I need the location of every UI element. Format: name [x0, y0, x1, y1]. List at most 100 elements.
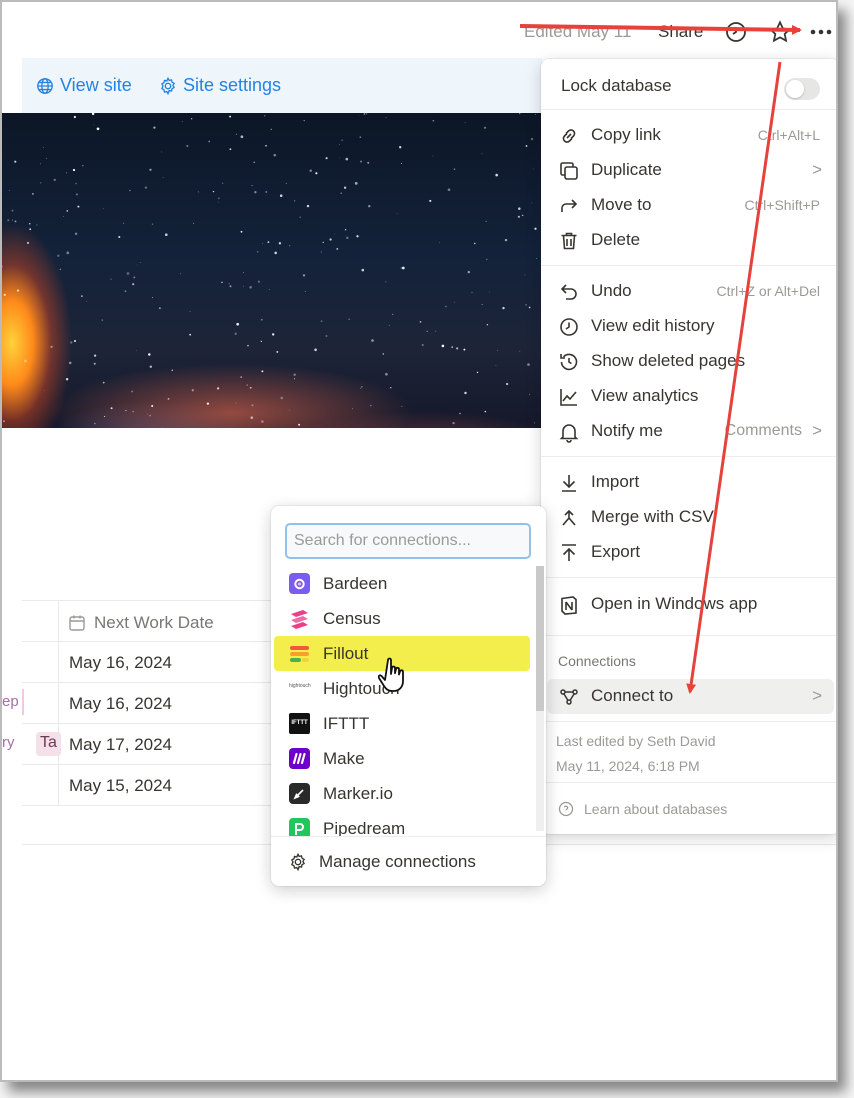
last-edited-by: Last edited by Seth David: [556, 733, 716, 749]
lock-database-item[interactable]: Lock database: [541, 67, 836, 103]
star-dot: [162, 427, 163, 428]
import-item[interactable]: Import: [541, 465, 836, 500]
star-dot: [399, 146, 402, 149]
hand-pointer-cursor-icon: [378, 657, 404, 692]
star-dot: [274, 251, 277, 255]
search-connections-input[interactable]: [285, 523, 531, 559]
star-dot: [495, 364, 497, 366]
export-item[interactable]: Export: [541, 535, 836, 570]
connection-item-ifttt[interactable]: IFTTT IFTTT: [271, 706, 535, 741]
lock-database-label: Lock database: [561, 76, 672, 95]
delete-item[interactable]: Delete: [541, 223, 836, 258]
star-dot: [459, 412, 461, 415]
export-label: Export: [591, 542, 641, 561]
star-dot: [447, 188, 451, 192]
star-dot: [505, 382, 509, 386]
undo-label: Undo: [591, 281, 632, 300]
chevron-right-icon: >: [812, 421, 822, 440]
star-dot: [272, 333, 275, 336]
connection-item-marker-io[interactable]: Marker.io: [271, 776, 535, 811]
star-dot: [340, 192, 342, 194]
menu-divider: [541, 456, 836, 457]
column-header-next-work-date[interactable]: Next Work Date: [68, 613, 214, 633]
star-dot: [131, 390, 133, 393]
star-dot: [73, 115, 77, 119]
star-dot: [314, 348, 317, 352]
star-dot: [483, 126, 487, 129]
row-divider: [58, 765, 59, 806]
move-to-item[interactable]: Move to Ctrl+Shift+P: [541, 188, 836, 223]
trash-icon: [561, 232, 577, 250]
scrollbar-thumb[interactable]: [536, 566, 544, 711]
row-divider: [58, 642, 59, 683]
more-options-icon[interactable]: [808, 20, 834, 44]
star-dot: [529, 393, 531, 395]
lock-database-toggle[interactable]: [784, 78, 820, 100]
star-dot: [265, 191, 267, 193]
share-button[interactable]: Share: [658, 22, 703, 42]
star-dot: [302, 274, 306, 277]
star-dot: [66, 251, 70, 255]
star-dot: [435, 330, 437, 332]
learn-about-databases-link[interactable]: Learn about databases: [558, 801, 727, 817]
favorite-star-icon[interactable]: [767, 19, 793, 45]
open-in-windows-app-item[interactable]: Open in Windows app: [541, 587, 836, 622]
date-cell[interactable]: May 16, 2024: [69, 653, 172, 673]
star-dot: [334, 233, 335, 235]
connection-item-pipedream[interactable]: Pipedream: [271, 811, 535, 836]
star-dot: [93, 354, 97, 357]
view-edit-history-item[interactable]: View edit history: [541, 309, 836, 344]
star-dot: [94, 422, 96, 425]
hightouch-logo-icon: hightouch: [289, 683, 311, 689]
star-dot: [329, 238, 332, 241]
star-dot: [144, 186, 148, 189]
updates-clock-icon[interactable]: [724, 20, 748, 44]
view-analytics-item[interactable]: View analytics: [541, 379, 836, 414]
star-dot: [125, 409, 127, 412]
undo-icon: [560, 284, 577, 300]
undo-item[interactable]: Undo Ctrl+Z or Alt+Del: [541, 274, 836, 309]
date-cell[interactable]: May 15, 2024: [69, 776, 172, 796]
notify-me-item[interactable]: Notify me Comments >: [541, 414, 836, 449]
manage-connections-button[interactable]: Manage connections: [289, 852, 476, 872]
analytics-chart-icon: [560, 389, 577, 406]
tag-fragment: ry: [2, 734, 15, 751]
star-dot: [72, 168, 76, 172]
star-dot: [193, 222, 195, 224]
show-deleted-pages-item[interactable]: Show deleted pages: [541, 344, 836, 379]
star-dot: [3, 293, 6, 297]
star-dot: [65, 172, 68, 174]
view-site-link[interactable]: View site: [36, 75, 132, 96]
star-dot: [366, 113, 368, 115]
connection-item-census[interactable]: Census: [271, 601, 535, 636]
duplicate-item[interactable]: Duplicate >: [541, 153, 836, 188]
connection-item-make[interactable]: Make: [271, 741, 535, 776]
copy-link-item[interactable]: Copy link Ctrl+Alt+L: [541, 118, 836, 153]
star-dot: [293, 373, 296, 376]
connections-scrollbar[interactable]: [536, 566, 544, 831]
star-dot: [486, 258, 488, 261]
date-cell[interactable]: May 17, 2024: [69, 735, 172, 755]
star-dot: [303, 119, 305, 122]
star-dot: [354, 182, 358, 185]
row-divider: [58, 683, 59, 724]
star-dot: [392, 313, 394, 315]
connect-to-item[interactable]: Connect to >: [541, 679, 836, 714]
fillout-logo-icon: [289, 643, 310, 664]
star-dot: [221, 182, 224, 185]
star-dot: [471, 291, 473, 294]
star-dot: [368, 205, 371, 208]
make-logo-icon: [289, 748, 310, 769]
connection-item-bardeen[interactable]: Bardeen: [271, 566, 535, 601]
star-dot: [315, 172, 318, 175]
connection-name: Pipedream: [323, 819, 406, 836]
merge-with-csv-item[interactable]: Merge with CSV: [541, 500, 836, 535]
menu-divider: [541, 109, 836, 110]
star-dot: [68, 361, 72, 365]
site-settings-link[interactable]: Site settings: [159, 75, 281, 96]
date-cell[interactable]: May 16, 2024: [69, 694, 172, 714]
connection-name: Bardeen: [323, 574, 388, 593]
star-dot: [40, 163, 41, 165]
star-dot: [86, 300, 88, 302]
star-dot: [298, 423, 301, 426]
